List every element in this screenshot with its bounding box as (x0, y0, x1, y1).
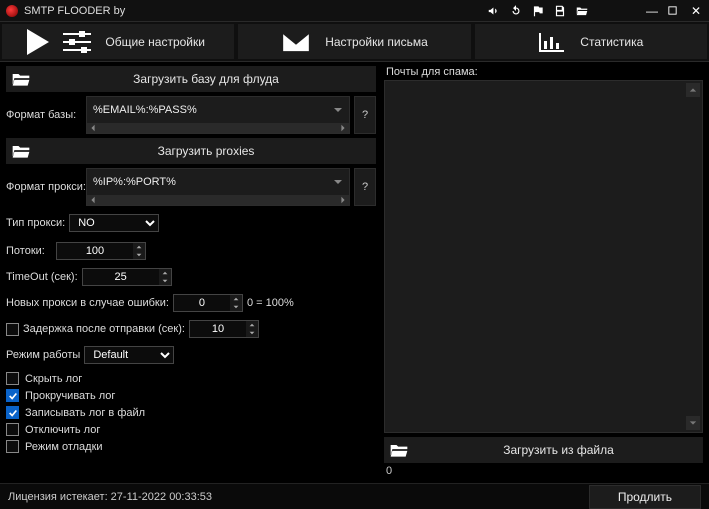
proxy-format-combo[interactable]: %IP%:%PORT% (86, 168, 350, 206)
chart-icon (538, 31, 566, 53)
spam-emails-textarea[interactable] (384, 80, 703, 433)
folder-open-icon (10, 143, 32, 159)
tab-letter[interactable]: Настройки письма (238, 24, 470, 59)
tabs: Общие настройки Настройки письма Статист… (0, 22, 709, 62)
mode-label: Режим работы (6, 349, 80, 361)
load-proxies-label: Загрузить proxies (40, 144, 372, 158)
load-base-label: Загрузить базу для флуда (40, 72, 372, 86)
minimize-button[interactable]: — (645, 4, 659, 18)
refresh-icon[interactable] (509, 4, 523, 18)
proxy-format-label: Формат прокси: (6, 181, 82, 193)
delay-value: 10 (190, 323, 246, 335)
threads-label: Потоки: (6, 245, 52, 257)
tab-stats[interactable]: Статистика (475, 24, 707, 59)
proxy-type-label: Тип прокси: (6, 217, 65, 229)
titlebar: SMTP FLOODER by — ✕ (0, 0, 709, 22)
timeout-spinner[interactable]: 25 (82, 268, 172, 286)
base-format-label: Формат базы: (6, 109, 82, 121)
scrolllog-checkbox[interactable]: Прокручивать лог (6, 389, 376, 402)
tab-general[interactable]: Общие настройки (2, 24, 234, 59)
scroll-up-icon[interactable] (686, 83, 700, 97)
timeout-label: TimeOut (сек): (6, 271, 78, 283)
renew-label: Продлить (618, 490, 672, 504)
titlebar-actions: — ✕ (487, 4, 703, 18)
tab-general-label: Общие настройки (105, 35, 205, 49)
disablelog-checkbox[interactable]: Отключить лог (6, 423, 376, 436)
spinner-down[interactable] (133, 251, 145, 259)
folder-open-icon (10, 71, 32, 87)
footer: Лицензия истекает: 27-11-2022 00:33:53 П… (0, 483, 709, 509)
combo-hscroll[interactable] (87, 123, 349, 133)
maximize-button[interactable] (667, 5, 681, 16)
filelog-checkbox[interactable]: Записывать лог в файл (6, 406, 376, 419)
hidelog-checkbox[interactable]: Скрыть лог (6, 372, 376, 385)
spinner-up[interactable] (246, 321, 258, 329)
combo-hscroll[interactable] (87, 195, 349, 205)
spinner-down[interactable] (246, 329, 258, 337)
newproxy-spinner[interactable]: 0 (173, 294, 243, 312)
base-format-value: %EMAIL%:%PASS% (93, 104, 333, 116)
timeout-value: 25 (83, 271, 159, 283)
load-base-button[interactable]: Загрузить базу для флуда (6, 66, 376, 92)
right-panel: Почты для спама: Загрузить из файла 0 (382, 62, 709, 483)
scrolllog-label: Прокручивать лог (25, 390, 115, 402)
envelope-icon (281, 31, 311, 53)
newproxy-label: Новых прокси в случае ошибки: (6, 297, 169, 309)
left-panel: Загрузить базу для флуда Формат базы: %E… (0, 62, 382, 483)
threads-value: 100 (57, 245, 133, 257)
app-title: SMTP FLOODER by (24, 5, 125, 17)
proxy-format-help[interactable]: ? (354, 168, 376, 206)
spinner-up[interactable] (230, 295, 242, 303)
folder-open-icon (388, 442, 410, 458)
delay-checkbox[interactable] (6, 323, 19, 336)
delay-spinner[interactable]: 10 (189, 320, 259, 338)
load-proxies-button[interactable]: Загрузить proxies (6, 138, 376, 164)
load-from-file-label: Загрузить из файла (418, 443, 699, 457)
debug-label: Режим отладки (25, 441, 103, 453)
spinner-up[interactable] (133, 243, 145, 251)
renew-button[interactable]: Продлить (589, 485, 701, 509)
filelog-label: Записывать лог в файл (25, 407, 145, 419)
scroll-down-icon[interactable] (686, 416, 700, 430)
load-from-file-button[interactable]: Загрузить из файла (384, 437, 703, 463)
chevron-down-icon (333, 177, 343, 187)
base-format-combo[interactable]: %EMAIL%:%PASS% (86, 96, 350, 134)
chevron-down-icon (333, 105, 343, 115)
megaphone-icon[interactable] (487, 4, 501, 18)
disablelog-label: Отключить лог (25, 424, 100, 436)
threads-spinner[interactable]: 100 (56, 242, 146, 260)
tab-letter-label: Настройки письма (325, 35, 428, 49)
tab-stats-label: Статистика (580, 35, 643, 49)
newproxy-note: 0 = 100% (247, 297, 294, 309)
debug-checkbox[interactable]: Режим отладки (6, 440, 376, 453)
base-format-help[interactable]: ? (354, 96, 376, 134)
close-button[interactable]: ✕ (689, 4, 703, 18)
vertical-scrollbar[interactable] (686, 83, 700, 430)
save-icon[interactable] (553, 4, 567, 18)
folder-open-icon[interactable] (575, 4, 589, 18)
app-icon (6, 5, 18, 17)
delay-label: Задержка после отправки (сек): (23, 323, 185, 335)
proxy-format-value: %IP%:%PORT% (93, 176, 333, 188)
newproxy-value: 0 (174, 297, 230, 309)
play-icon (27, 29, 49, 55)
mode-select[interactable]: Default (84, 346, 174, 364)
spinner-down[interactable] (230, 303, 242, 311)
spam-emails-label: Почты для спама: (386, 66, 703, 78)
spinner-up[interactable] (159, 269, 171, 277)
hidelog-label: Скрыть лог (25, 373, 82, 385)
spinner-down[interactable] (159, 277, 171, 285)
spam-count: 0 (384, 463, 703, 479)
license-text: Лицензия истекает: 27-11-2022 00:33:53 (8, 491, 589, 503)
flag-icon[interactable] (531, 4, 545, 18)
proxy-type-select[interactable]: NO (69, 214, 159, 232)
sliders-icon (63, 31, 91, 53)
